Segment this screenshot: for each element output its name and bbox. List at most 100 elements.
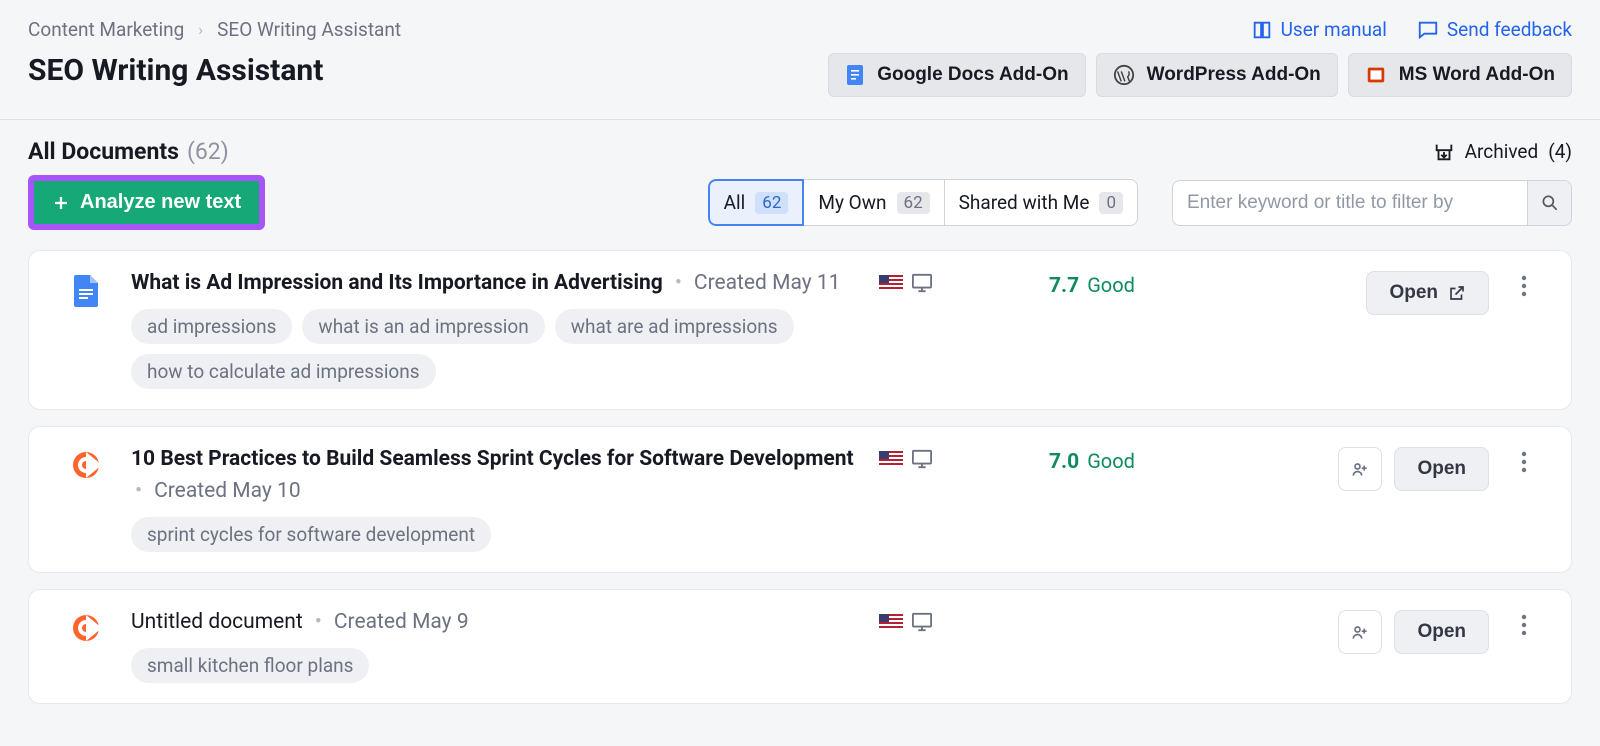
keyword-tag[interactable]: what is an ad impression — [302, 309, 544, 344]
google-doc-icon — [51, 271, 121, 309]
top-links: User manual Send feedback — [1251, 18, 1572, 41]
locale-cell — [879, 447, 1039, 469]
more-vertical-icon — [1521, 275, 1527, 297]
page-title: SEO Writing Assistant — [28, 53, 323, 88]
score-cell — [1049, 610, 1269, 612]
document-created: Created May 10 — [154, 479, 301, 503]
document-title[interactable]: Untitled document — [131, 610, 303, 634]
all-documents-count: (62) — [187, 138, 229, 165]
share-button[interactable] — [1338, 447, 1382, 491]
filter-all-label: All — [724, 191, 746, 214]
tag-row: sprint cycles for software development — [131, 517, 869, 552]
open-label: Open — [1417, 621, 1466, 643]
search-input[interactable] — [1173, 181, 1527, 225]
send-feedback-link[interactable]: Send feedback — [1417, 18, 1572, 41]
analyze-new-text-label: Analyze new text — [80, 191, 241, 214]
locale-cell — [879, 271, 1039, 293]
breadcrumb-root[interactable]: Content Marketing — [28, 18, 184, 41]
document-title[interactable]: What is Ad Impression and Its Importance… — [131, 271, 663, 295]
external-link-icon — [1448, 284, 1466, 302]
archived-link[interactable]: Archived (4) — [1433, 140, 1572, 163]
filter-shared-count: 0 — [1099, 192, 1123, 214]
send-feedback-label: Send feedback — [1447, 18, 1572, 41]
document-list: What is Ad Impression and Its Importance… — [0, 250, 1600, 732]
analyze-new-text-button[interactable]: Analyze new text — [34, 181, 259, 224]
msword-addon-button[interactable]: MS Word Add-On — [1348, 53, 1572, 97]
score-label: Good — [1087, 273, 1135, 297]
desktop-icon — [911, 273, 933, 293]
google-docs-addon-label: Google Docs Add-On — [877, 64, 1068, 86]
search-icon — [1540, 193, 1560, 213]
actions-cell: Open — [1279, 271, 1489, 315]
keyword-tag[interactable]: sprint cycles for software development — [131, 517, 491, 552]
document-title[interactable]: 10 Best Practices to Build Seamless Spri… — [131, 447, 854, 471]
more-menu-button[interactable] — [1499, 610, 1549, 636]
keyword-tag[interactable]: ad impressions — [131, 309, 292, 344]
filter-myown-count: 62 — [897, 192, 930, 214]
keyword-tag[interactable]: small kitchen floor plans — [131, 648, 369, 683]
document-title-row: What is Ad Impression and Its Importance… — [131, 271, 869, 295]
keyword-tag[interactable]: what are ad impressions — [555, 309, 794, 344]
document-main: 10 Best Practices to Build Seamless Spri… — [131, 447, 869, 552]
open-button[interactable]: Open — [1394, 610, 1489, 654]
document-created: Created May 9 — [334, 610, 469, 634]
chevron-right-icon: › — [198, 20, 203, 39]
book-icon — [1251, 19, 1273, 41]
filter-all-count: 62 — [755, 192, 788, 214]
separator-dot: • — [135, 479, 142, 503]
msword-icon — [1365, 64, 1387, 86]
wordpress-addon-label: WordPress Add-On — [1147, 64, 1321, 86]
document-card: What is Ad Impression and Its Importance… — [28, 250, 1572, 410]
all-documents-label: All Documents — [28, 138, 179, 165]
share-button[interactable] — [1338, 610, 1382, 654]
desktop-icon — [911, 449, 933, 469]
archived-label: Archived — [1465, 140, 1539, 163]
user-manual-label: User manual — [1281, 18, 1387, 41]
score-cell: 7.0 Good — [1049, 447, 1269, 474]
document-title-row: Untitled document • Created May 9 — [131, 610, 869, 634]
subheader: All Documents (62) Archived (4) — [0, 120, 1600, 175]
open-button[interactable]: Open — [1366, 271, 1489, 315]
msword-addon-label: MS Word Add-On — [1399, 64, 1555, 86]
user-manual-link[interactable]: User manual — [1251, 18, 1387, 41]
controls-row: Analyze new text All 62 My Own 62 Shared… — [0, 175, 1600, 250]
keyword-tag[interactable]: how to calculate ad impressions — [131, 354, 436, 389]
more-vertical-icon — [1521, 614, 1527, 636]
search-button[interactable] — [1527, 181, 1571, 225]
desktop-icon — [911, 612, 933, 632]
archive-icon — [1433, 141, 1455, 163]
filter-tabs: All 62 My Own 62 Shared with Me 0 — [708, 179, 1138, 226]
archived-count: (4) — [1548, 140, 1572, 163]
document-card: 10 Best Practices to Build Seamless Spri… — [28, 426, 1572, 573]
filter-tab-shared[interactable]: Shared with Me 0 — [945, 179, 1138, 226]
wordpress-icon — [1113, 64, 1135, 86]
page-header: User manual Send feedback Content Market… — [0, 0, 1600, 111]
separator-dot: • — [675, 271, 682, 295]
more-menu-button[interactable] — [1499, 271, 1549, 297]
wordpress-addon-button[interactable]: WordPress Add-On — [1096, 53, 1338, 97]
separator-dot: • — [315, 610, 322, 634]
open-button[interactable]: Open — [1394, 447, 1489, 491]
document-main: Untitled document • Created May 9 small kit… — [131, 610, 869, 683]
score-value: 7.0 — [1049, 450, 1079, 474]
google-docs-addon-button[interactable]: Google Docs Add-On — [828, 53, 1085, 97]
locale-cell — [879, 610, 1039, 632]
google-docs-icon — [845, 63, 865, 87]
actions-cell: Open — [1279, 447, 1489, 491]
filter-tab-all[interactable]: All 62 — [708, 179, 805, 226]
score-label: Good — [1087, 449, 1135, 473]
semrush-icon — [51, 447, 121, 481]
more-menu-button[interactable] — [1499, 447, 1549, 473]
add-user-icon — [1350, 622, 1370, 642]
flag-us-icon — [879, 451, 903, 467]
search-wrap — [1172, 180, 1572, 226]
score-cell: 7.7Good — [1049, 271, 1269, 298]
document-created: Created May 11 — [694, 271, 841, 295]
document-main: What is Ad Impression and Its Importance… — [131, 271, 869, 389]
addon-buttons: Google Docs Add-On WordPress Add-On MS W… — [828, 53, 1572, 97]
filter-tab-my-own[interactable]: My Own 62 — [804, 179, 944, 226]
filter-myown-label: My Own — [818, 191, 886, 214]
open-label: Open — [1389, 282, 1438, 304]
breadcrumb-current[interactable]: SEO Writing Assistant — [217, 18, 401, 41]
open-label: Open — [1417, 458, 1466, 480]
